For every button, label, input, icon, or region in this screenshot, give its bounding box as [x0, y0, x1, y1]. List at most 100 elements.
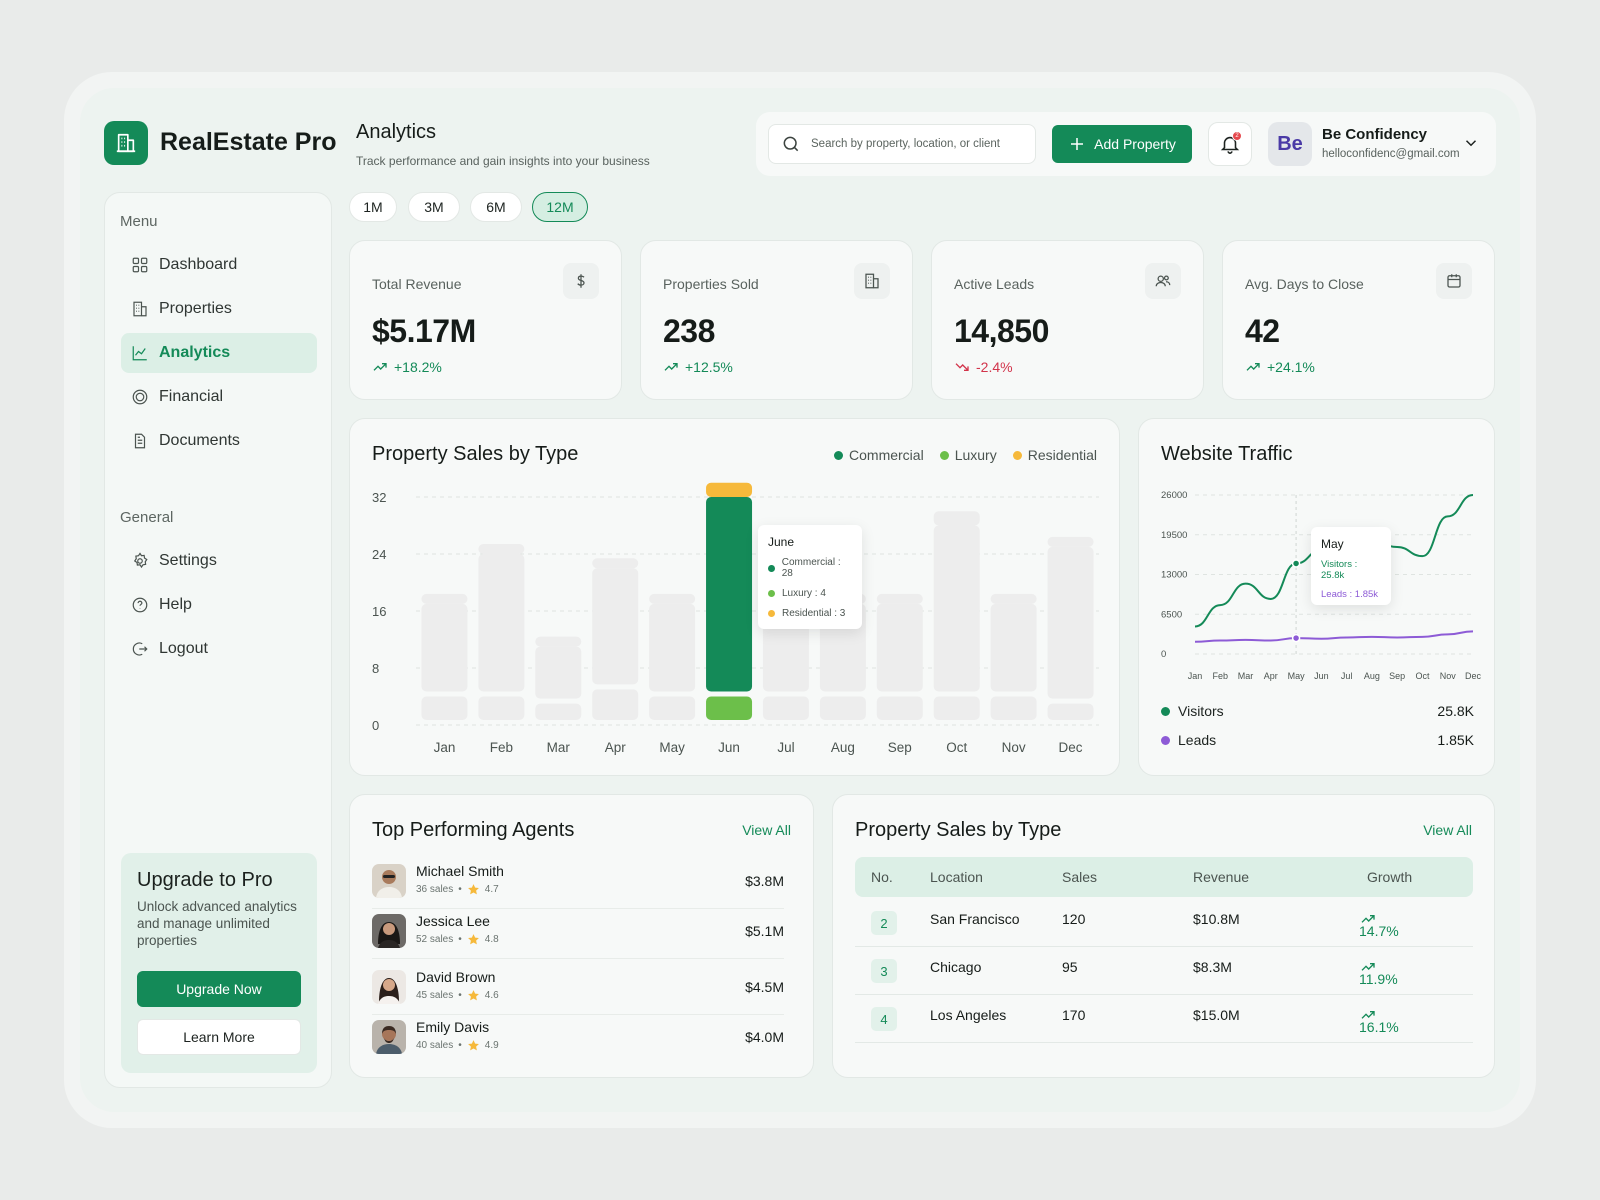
stat-value: 14,850	[954, 313, 1049, 349]
bar-segment	[706, 497, 753, 692]
highlight-point	[1291, 559, 1301, 568]
trend-up-icon	[373, 363, 387, 371]
sidebar-item-analytics[interactable]: Analytics	[121, 333, 317, 373]
bar-segment	[990, 696, 1037, 720]
learn-more-button[interactable]: Learn More	[137, 1019, 301, 1055]
agent-name: David Brown	[416, 969, 496, 985]
table-row[interactable]: 4 Los Angeles 170 $15.0M 16.1%	[855, 995, 1473, 1043]
star-icon	[467, 990, 479, 1001]
upgrade-now-button[interactable]: Upgrade Now	[137, 971, 301, 1007]
sidebar-item-label: Help	[159, 596, 192, 613]
bar-segment	[706, 696, 753, 720]
tooltip-text: Luxury : 4	[782, 588, 826, 599]
bar-segment	[990, 603, 1037, 692]
x-tick-label: Mar	[1238, 671, 1254, 681]
stat-label: Active Leads	[954, 276, 1035, 292]
column-header[interactable]: Growth	[1367, 869, 1412, 885]
grid-icon	[132, 257, 148, 273]
bar-segment	[535, 636, 582, 647]
agent-revenue: $5.1M	[745, 923, 784, 939]
sidebar-item-label: Documents	[159, 432, 240, 449]
period-12m[interactable]: 12M	[532, 192, 588, 222]
growth-text: 14.7%	[1359, 923, 1399, 939]
tooltip-visitors: Visitors : 25.8k	[1321, 559, 1358, 581]
period-1m[interactable]: 1M	[349, 192, 397, 222]
trend-up-icon	[1246, 363, 1260, 371]
add-property-button[interactable]: Add Property	[1052, 125, 1192, 163]
bar-segment	[990, 593, 1037, 604]
traffic-chart-card: Website Traffic 0 6500 13000 19500 26000 Jan F…	[1138, 418, 1495, 776]
period-3m[interactable]: 3M	[408, 192, 460, 222]
x-tick-label: Sep	[888, 740, 912, 755]
y-tick-label: 6500	[1161, 609, 1182, 620]
table-row[interactable]: 2 San Francisco 120 $10.8M 14.7%	[855, 899, 1473, 947]
column-header[interactable]: Sales	[1062, 869, 1097, 885]
column-header[interactable]: Revenue	[1193, 869, 1249, 885]
chevron-down-icon[interactable]	[1462, 134, 1480, 152]
stat-delta: +18.2%	[372, 359, 442, 375]
search-icon	[783, 136, 799, 152]
help-icon	[132, 597, 148, 613]
y-tick-label: 8	[372, 661, 379, 676]
sidebar-item-logout[interactable]: Logout	[121, 629, 317, 669]
bar-segment	[933, 511, 980, 526]
table-row[interactable]: 3 Chicago 95 $8.3M 11.9%	[855, 947, 1473, 995]
bar-segment	[649, 603, 696, 692]
notification-button[interactable]: 2	[1208, 122, 1252, 166]
cell-sales: 170	[1062, 1007, 1086, 1023]
column-header[interactable]: Location	[930, 869, 983, 885]
stat-delta: +24.1%	[1245, 359, 1315, 375]
y-tick-label: 16	[372, 604, 386, 619]
agent-rating: 4.8	[484, 934, 499, 945]
user-email: helloconfidenc@gmail.com	[1322, 148, 1460, 160]
stat-card-properties-sold: Properties Sold 238 +12.5%	[640, 240, 913, 400]
traffic-total-leads: Leads 1.85K	[1161, 732, 1474, 748]
agent-row[interactable]: Michael Smith 36 sales • 4.7 $3.8M	[372, 859, 784, 909]
agent-sales: 40 sales	[416, 1040, 454, 1051]
bar-segment	[1047, 703, 1094, 720]
rank-badge: 3	[871, 959, 897, 983]
agents-view-all-link[interactable]: View All	[742, 822, 791, 838]
bar-segment	[762, 696, 809, 720]
agent-row[interactable]: David Brown 45 sales • 4.6 $4.5M	[372, 965, 784, 1015]
locations-view-all-link[interactable]: View All	[1423, 822, 1472, 838]
y-tick-label: 19500	[1161, 530, 1187, 541]
chart-tooltip: June Commercial : 28 Luxury : 4 Resident…	[758, 525, 862, 629]
sidebar-item-label: Dashboard	[159, 256, 238, 273]
sidebar-item-documents[interactable]: Documents	[121, 421, 317, 461]
agent-row[interactable]: Emily Davis 40 sales • 4.9 $4.0M	[372, 1015, 784, 1065]
sidebar-item-settings[interactable]: Settings	[121, 541, 317, 581]
tooltip-leads: Leads : 1.85k	[1321, 589, 1379, 600]
column-header[interactable]: No.	[871, 869, 893, 885]
sidebar-item-dashboard[interactable]: Dashboard	[121, 245, 317, 285]
bar-segment	[819, 696, 866, 720]
rank-badge: 4	[871, 1007, 897, 1031]
user-avatar[interactable]: Be	[1268, 122, 1312, 166]
y-tick-label: 0	[372, 718, 379, 733]
stat-value: 238	[663, 313, 715, 349]
sidebar-item-label: Analytics	[159, 344, 231, 361]
bar-segment	[478, 554, 525, 692]
bar-segment	[933, 696, 980, 720]
traffic-tooltip: May Visitors : 25.8k Leads : 1.85k	[1311, 527, 1391, 605]
sales-chart-card: Property Sales by Type Commercial Luxury…	[349, 418, 1120, 776]
traffic-total-text: Leads	[1178, 732, 1217, 748]
sidebar-item-help[interactable]: Help	[121, 585, 317, 625]
building-icon	[854, 263, 890, 299]
sidebar-item-financial[interactable]: Financial	[121, 377, 317, 417]
agent-revenue: $4.0M	[745, 1029, 784, 1045]
agent-sales: 45 sales	[416, 990, 454, 1001]
stat-card-revenue: Total Revenue $5.17M +18.2%	[349, 240, 622, 400]
locations-title: Property Sales by Type	[855, 819, 1062, 841]
x-tick-label: Jul	[1341, 671, 1353, 681]
search-input[interactable]	[811, 138, 1021, 150]
period-6m[interactable]: 6M	[470, 192, 522, 222]
x-tick-label: Nov	[1440, 671, 1457, 681]
y-tick-label: 0	[1161, 649, 1166, 660]
x-tick-label: Mar	[547, 740, 571, 755]
logo-building-icon[interactable]	[104, 121, 148, 165]
sidebar-item-properties[interactable]: Properties	[121, 289, 317, 329]
search-box[interactable]	[768, 124, 1036, 164]
agent-row[interactable]: Jessica Lee 52 sales • 4.8 $5.1M	[372, 909, 784, 959]
star-icon	[467, 1040, 479, 1051]
